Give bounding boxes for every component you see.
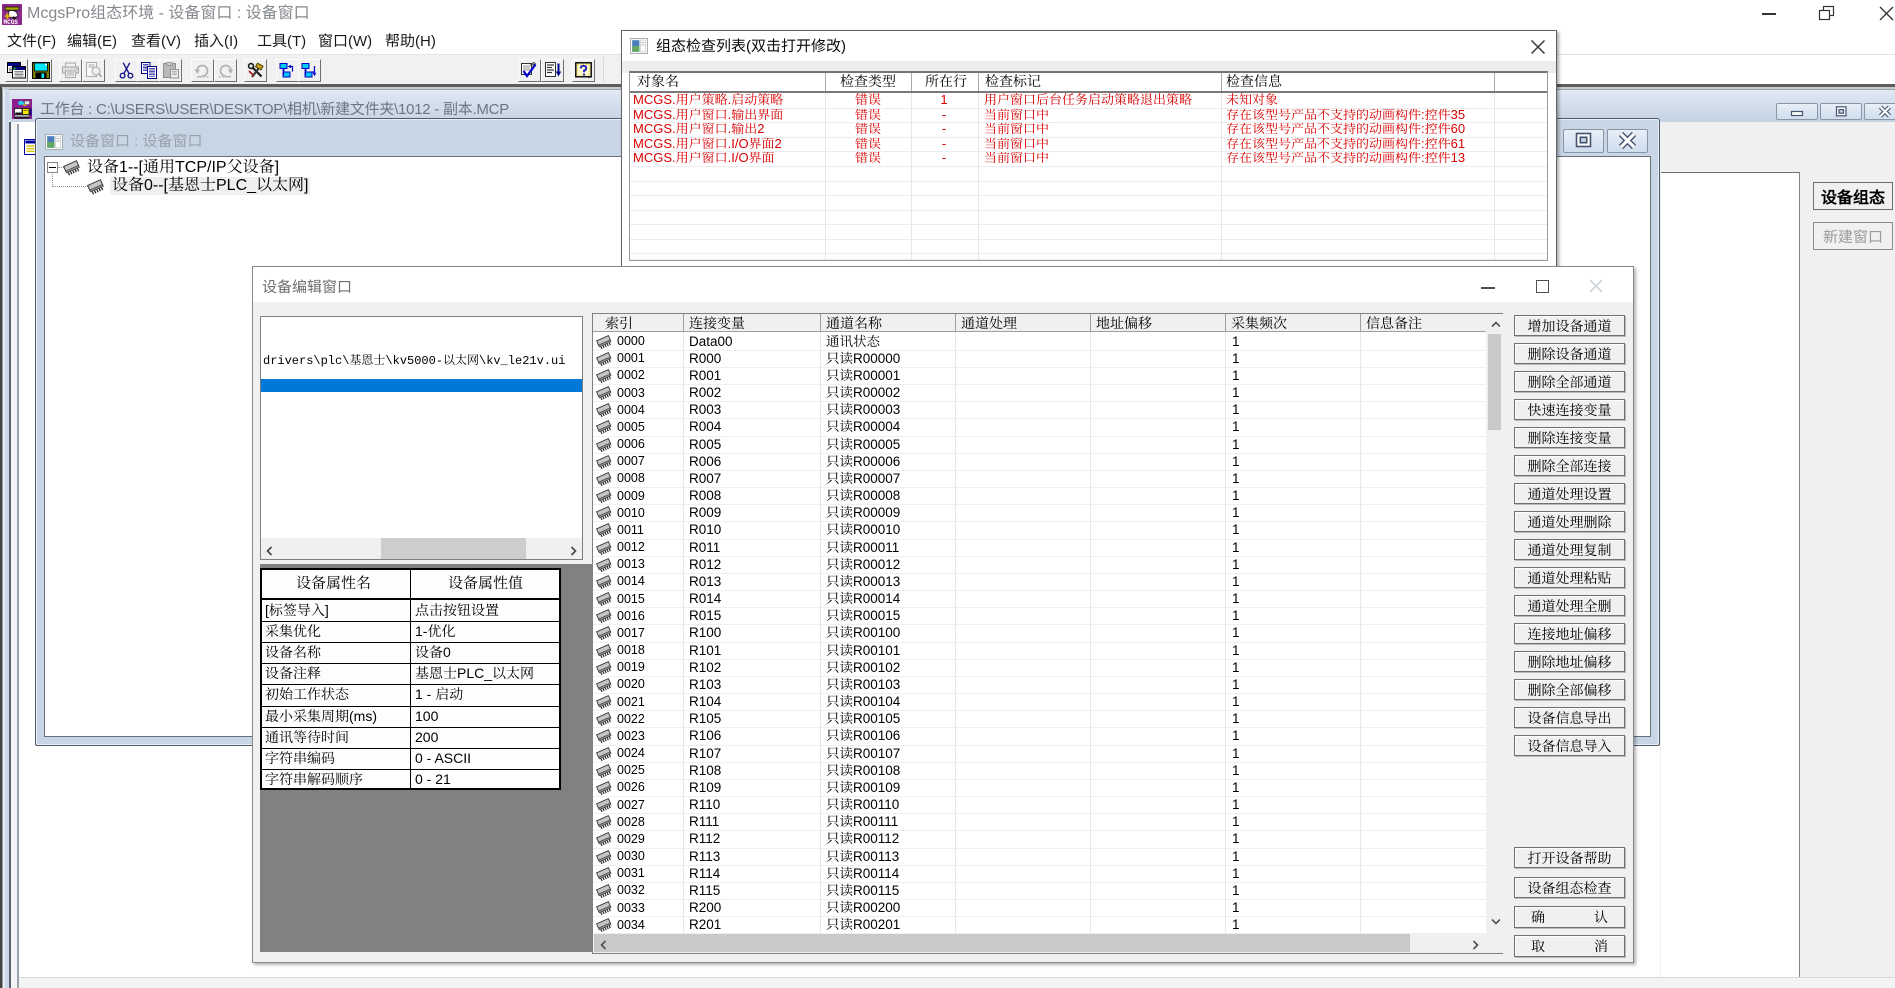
svg-text:MCGS: MCGS (4, 19, 19, 25)
